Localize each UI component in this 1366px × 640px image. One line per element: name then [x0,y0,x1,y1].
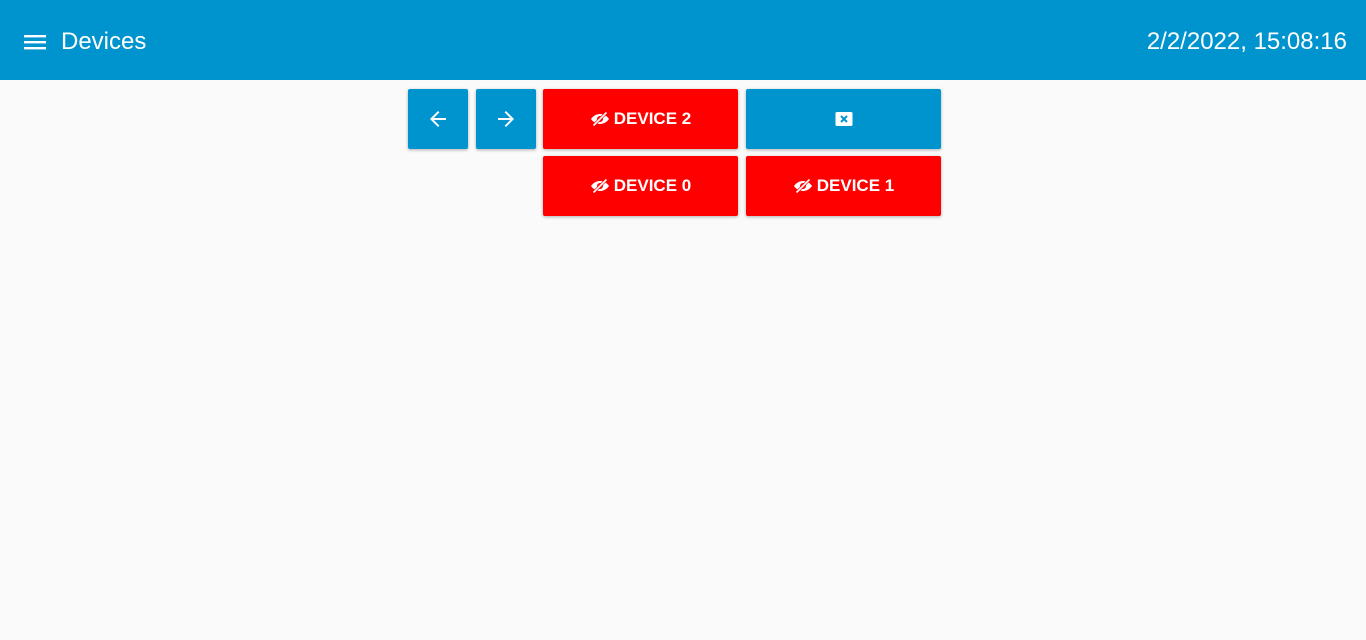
device-0-label: DEVICE 0 [613,176,692,195]
page-title: Devices [61,28,147,55]
clock-display: 2/2/2022, 15:08:16 [1146,28,1347,55]
device-0-button[interactable]: DEVICE 0 [543,156,738,216]
device-2-label: DEVICE 2 [613,109,692,128]
clear-button[interactable] [746,89,941,149]
device-1-button[interactable]: DEVICE 1 [746,156,941,216]
device-1-label: DEVICE 1 [816,176,895,195]
eye-slash-icon [793,178,813,194]
back-button[interactable] [408,89,468,149]
eye-slash-icon [590,111,610,127]
forward-button[interactable] [476,89,536,149]
arrow-left-icon [426,107,450,131]
device-2-button[interactable]: DEVICE 2 [543,89,738,149]
top-app-bar: Devices 2/2/2022, 15:08:16 [0,0,1366,80]
hamburger-menu-icon[interactable] [20,28,50,56]
eye-slash-icon [590,178,610,194]
arrow-right-icon [494,107,518,131]
backspace-icon [835,111,853,127]
